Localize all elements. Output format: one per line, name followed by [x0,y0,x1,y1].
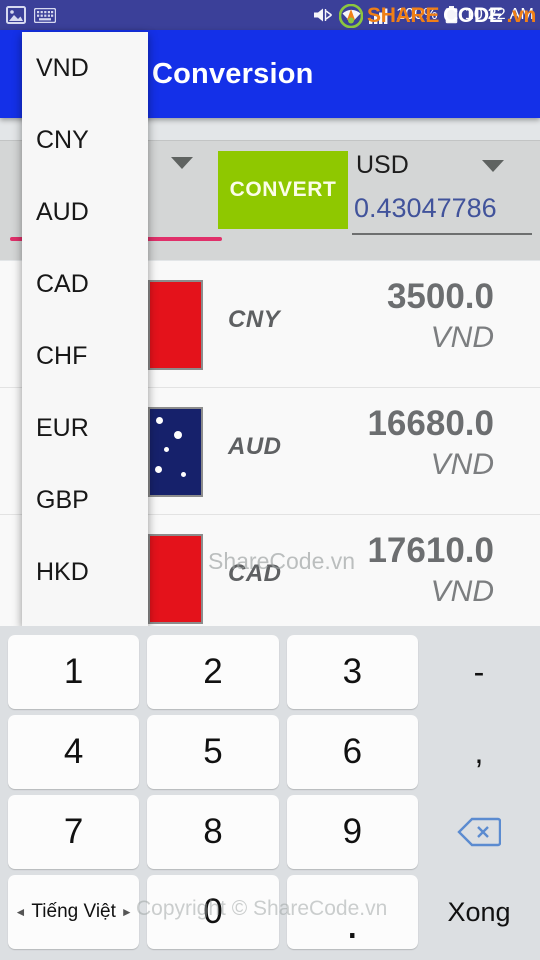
key-9[interactable]: 9 [286,795,418,869]
chevron-right-icon: ► [120,905,133,919]
dropdown-item-cad[interactable]: CAD [22,248,148,320]
page-title: Conversion [152,58,314,90]
image-icon [6,6,26,24]
watermark-logo: SHARE CODE .vn [339,4,536,28]
chevron-down-icon[interactable] [171,157,193,169]
dropdown-item-gbp[interactable]: GBP [22,464,148,536]
row-unit: VND [430,575,494,608]
key-backspace[interactable] [426,795,532,869]
row-amount: 16680.0 [367,404,494,443]
row-currency-code: CAD [228,560,282,587]
flag-china-icon [148,280,203,370]
dropdown-item-vnd[interactable]: VND [22,32,148,104]
key-language-label: Tiếng Việt [31,901,116,922]
dest-amount-underline [352,233,532,235]
key-4[interactable]: 4 [8,715,140,789]
status-bar-left-icons [6,6,56,24]
sharecode-logo-icon [339,4,364,28]
row-unit: VND [430,321,494,354]
row-unit: VND [430,448,494,481]
row-amount: 17610.0 [367,531,494,570]
flag-canada-icon [148,534,203,624]
key-8[interactable]: 8 [147,795,279,869]
key-period[interactable]: . [286,875,418,949]
dropdown-item-cny[interactable]: CNY [22,104,148,176]
row-amount: 3500.0 [386,277,494,316]
chevron-down-icon[interactable] [482,160,504,172]
key-comma[interactable]: , [426,715,532,789]
watermark-logo-code: CODE [443,4,503,27]
key-language-switch[interactable]: ◄ Tiếng Việt ► [8,875,140,949]
key-1[interactable]: 1 [8,635,140,709]
numeric-keyboard: 1 2 3 - 4 5 6 , 7 8 9 ◄ Tiếng Việt ► 0 .… [0,626,540,960]
key-done[interactable]: Xong [426,875,532,949]
keyboard-icon [34,7,56,23]
convert-button[interactable]: CONVERT [218,151,348,229]
watermark-logo-share: SHARE [367,4,440,27]
watermark-logo-vn: .vn [506,4,537,27]
key-6[interactable]: 6 [286,715,418,789]
currency-dropdown-menu[interactable]: VND CNY AUD CAD CHF EUR GBP HKD [22,32,148,626]
dropdown-item-eur[interactable]: EUR [22,392,148,464]
row-currency-code: AUD [228,433,282,460]
dropdown-item-hkd[interactable]: HKD [22,536,148,608]
dest-currency-code[interactable]: USD [356,151,409,180]
keyboard-row: ◄ Tiếng Việt ► 0 . Xong [4,872,536,952]
dropdown-item-aud[interactable]: AUD [22,176,148,248]
keyboard-row: 7 8 9 [4,792,536,872]
dest-currency-group[interactable]: USD 0.43047786 [352,141,532,261]
dropdown-item-chf[interactable]: CHF [22,320,148,392]
backspace-icon [457,817,501,847]
mute-icon [314,8,333,22]
key-0[interactable]: 0 [147,875,279,949]
phone-screen: 100% 10:22 AM Conversion CONVERT USD 0.4… [0,0,540,960]
keyboard-row: 1 2 3 - [4,632,536,712]
key-7[interactable]: 7 [8,795,140,869]
keyboard-row: 4 5 6 , [4,712,536,792]
row-currency-code: CNY [228,306,281,333]
chevron-left-icon: ◄ [14,905,27,919]
key-2[interactable]: 2 [147,635,279,709]
key-minus[interactable]: - [426,635,532,709]
key-5[interactable]: 5 [147,715,279,789]
dest-amount-value[interactable]: 0.43047786 [354,193,530,224]
flag-australia-icon [148,407,203,497]
key-3[interactable]: 3 [286,635,418,709]
